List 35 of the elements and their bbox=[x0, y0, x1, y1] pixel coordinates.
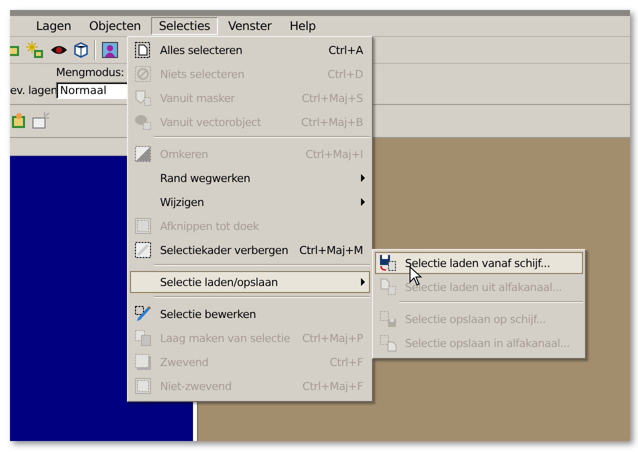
floppy-disk-icon bbox=[379, 254, 397, 272]
marquee-icon bbox=[134, 241, 152, 259]
blend-mode-label: Mengmodus: bbox=[56, 66, 126, 78]
eye-icon[interactable] bbox=[50, 44, 68, 56]
menu-bar-item[interactable]: Lagen bbox=[28, 17, 80, 35]
menu-item[interactable]: Rand wegwerken bbox=[130, 167, 370, 189]
selection-icon bbox=[134, 377, 152, 395]
brush-icon bbox=[134, 305, 152, 323]
layers-label: ev. lagen bbox=[10, 84, 54, 96]
menu-item[interactable]: Selectie laden vanaf schijf... bbox=[375, 252, 583, 274]
menu-bar-item[interactable]: Objecten bbox=[81, 17, 149, 35]
layers-icon bbox=[134, 329, 152, 347]
floppy-disk-icon bbox=[379, 310, 397, 328]
document-icon bbox=[379, 278, 397, 296]
crop-icon bbox=[134, 217, 152, 235]
layer-icon[interactable] bbox=[12, 112, 26, 130]
mask-icon bbox=[134, 89, 152, 107]
document-icon bbox=[379, 334, 397, 352]
page-icon bbox=[134, 41, 152, 59]
floating-selection-icon bbox=[134, 353, 152, 371]
menu-bar-item[interactable]: Help bbox=[282, 17, 324, 35]
blob-icon bbox=[134, 113, 152, 131]
menu-item[interactable]: Selectie bewerken bbox=[130, 303, 370, 325]
menu-item[interactable]: Selectiekader verbergen Ctrl+Maj+M bbox=[130, 239, 370, 261]
menu-bar-item[interactable]: Selecties bbox=[150, 17, 218, 35]
invert-icon bbox=[134, 145, 152, 163]
blend-mode-field[interactable]: Normaal bbox=[56, 82, 130, 98]
menu-item[interactable]: Selectie laden/opslaan bbox=[130, 271, 370, 293]
menu-item[interactable]: Alles selecteren Ctrl+A bbox=[130, 39, 370, 61]
person-icon[interactable] bbox=[102, 42, 118, 58]
sun-layer-icon[interactable] bbox=[26, 41, 44, 59]
empty-selection-icon bbox=[134, 65, 152, 83]
cube-icon[interactable] bbox=[74, 42, 88, 58]
menu-item[interactable]: Wijzigen bbox=[130, 191, 370, 213]
menu-bar-item[interactable]: Venster bbox=[220, 17, 280, 35]
